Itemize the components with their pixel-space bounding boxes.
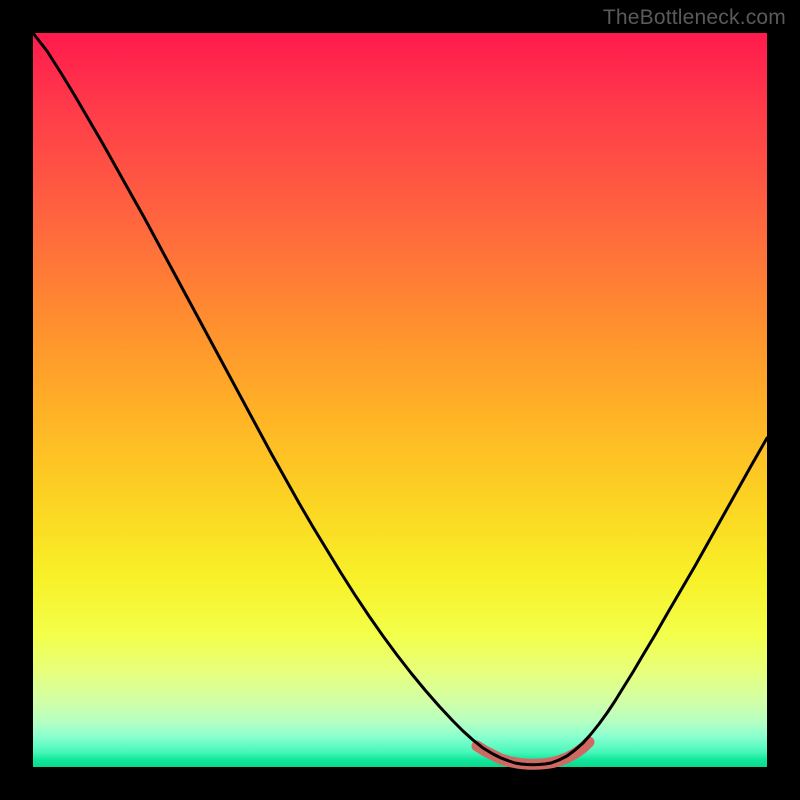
- chart-frame: TheBottleneck.com: [0, 0, 800, 800]
- watermark-text: TheBottleneck.com: [603, 6, 786, 30]
- bottleneck-curve: [33, 33, 767, 765]
- chart-svg: [33, 33, 767, 767]
